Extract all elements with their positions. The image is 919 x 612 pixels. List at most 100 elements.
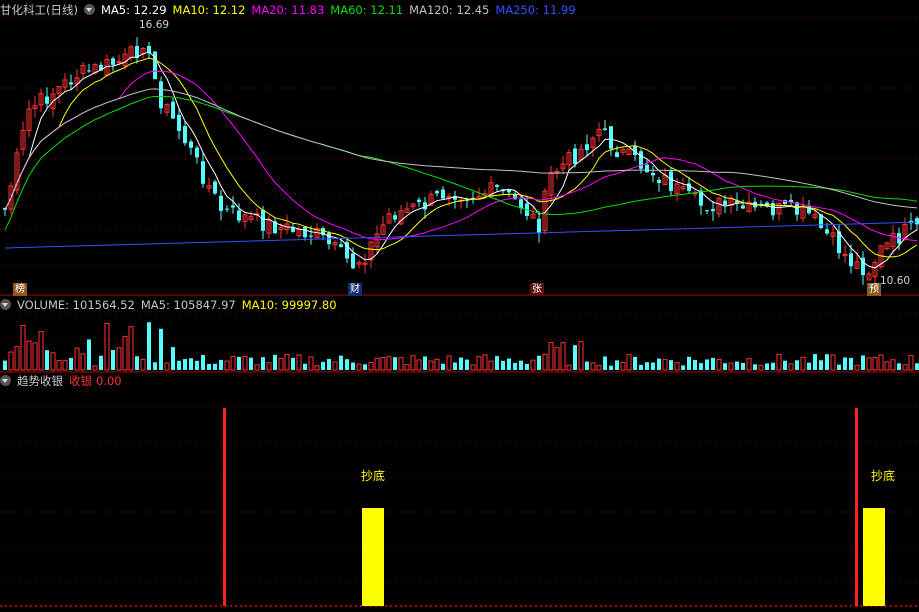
volume-bar (363, 364, 367, 370)
candle-body (651, 172, 655, 176)
volume-bar (321, 361, 325, 370)
dropdown-icon[interactable] (0, 299, 11, 310)
volume-bar (693, 360, 697, 370)
volume-bar (705, 359, 709, 370)
volume-bar (507, 358, 511, 370)
candle-body (189, 141, 193, 148)
volume-bar (266, 362, 272, 371)
volume-bar (813, 354, 817, 370)
volume-bar (699, 363, 703, 370)
candle-body (201, 161, 205, 184)
volume-bar (45, 350, 49, 370)
candle-body (159, 81, 163, 109)
ma-legend-item: MA5: 12.29 (100, 3, 167, 17)
volume-bar (332, 361, 338, 371)
volume-bar (80, 353, 86, 371)
volume-bar (878, 354, 884, 371)
volume-bar (99, 355, 103, 370)
volume-bar (897, 363, 901, 370)
volume-bar (609, 365, 613, 370)
volume-bar (159, 328, 163, 370)
marker-zhang[interactable]: 张 (530, 283, 544, 296)
high-price-label: 16.69 (139, 19, 170, 31)
candle-body (351, 253, 355, 269)
signal-label-2: 抄底 (871, 469, 896, 483)
ma-legend-item: MA20: 11.83 (251, 3, 325, 17)
marker-yu[interactable]: 预 (867, 283, 881, 296)
ma-legend-item: MA60: 12.11 (330, 3, 404, 17)
volume-bar (50, 352, 56, 371)
signal-bar (863, 508, 885, 606)
volume-bar (758, 365, 764, 371)
volume-bar (434, 358, 440, 371)
candle-body (87, 70, 91, 72)
volume-bar (578, 341, 584, 371)
volume-bar (825, 354, 829, 370)
volume-bar (639, 364, 643, 370)
volume-bar (296, 354, 302, 371)
volume-bar (224, 360, 230, 371)
volume-bar (171, 347, 175, 370)
candle-body (261, 209, 265, 231)
volume-bar (633, 356, 637, 370)
volume-bar (453, 362, 457, 370)
candle-body (537, 218, 541, 234)
volume-bar (87, 339, 91, 370)
indicator-panel-header: 趋势收银 收银 0.00 (0, 373, 128, 389)
volume-bar (830, 354, 836, 371)
candle-body (603, 128, 607, 130)
volume-bar (872, 356, 878, 371)
volume-bar (140, 358, 146, 371)
candle-body (825, 229, 829, 234)
volume-bar (861, 355, 865, 370)
volume-bar (645, 362, 649, 370)
volume-bar (8, 351, 14, 371)
volume-bar (368, 361, 374, 371)
volume-bar (122, 335, 128, 371)
volume-bar (488, 360, 494, 371)
volume-bar (177, 360, 181, 370)
low-price-label: 10.60 (880, 275, 911, 287)
volume-bar (884, 361, 890, 371)
volume-bar (459, 357, 463, 370)
candle-body (213, 181, 217, 194)
chart-window: 甘化科工(日线) MA5: 12.29 MA10: 12.12 MA20: 11.83… (0, 0, 919, 612)
volume-bar (482, 354, 488, 371)
volume-bar (615, 360, 619, 370)
candle-body (435, 191, 439, 194)
candle-body (645, 164, 649, 173)
volume-bar (735, 361, 739, 370)
marker-cai[interactable]: 财 (348, 283, 362, 296)
volume-bar (495, 356, 499, 370)
candle-body (195, 147, 199, 158)
volume-bar (681, 365, 685, 370)
volume-bar (620, 361, 626, 371)
volume-bar (746, 358, 752, 371)
volume-bar (386, 356, 392, 371)
volume-bar (195, 360, 199, 370)
volume-bar (26, 340, 32, 371)
ma250-line (4, 221, 918, 249)
dropdown-icon[interactable] (0, 375, 11, 386)
volume-bar (135, 356, 139, 370)
volume-bar (837, 364, 841, 370)
volume-bar (345, 359, 349, 370)
volume-bar (626, 354, 632, 371)
volume-bar (230, 355, 236, 371)
candle-body (417, 199, 421, 202)
volume-bar (501, 360, 505, 370)
volume-bar (14, 346, 20, 371)
candle-body (849, 253, 853, 267)
volume-bar (393, 357, 397, 370)
candle-body (45, 96, 49, 104)
volume-bar (741, 362, 745, 370)
candle-body (237, 210, 241, 221)
dropdown-icon[interactable] (83, 4, 95, 15)
volume-bar (590, 362, 596, 371)
marker-bang[interactable]: 榜 (13, 283, 27, 296)
candle-body (705, 210, 709, 212)
volume-bar (476, 356, 482, 371)
ma-legend-item: MA120: 12.45 (409, 3, 490, 17)
candle-body (609, 126, 613, 149)
volume-bar (303, 363, 307, 370)
